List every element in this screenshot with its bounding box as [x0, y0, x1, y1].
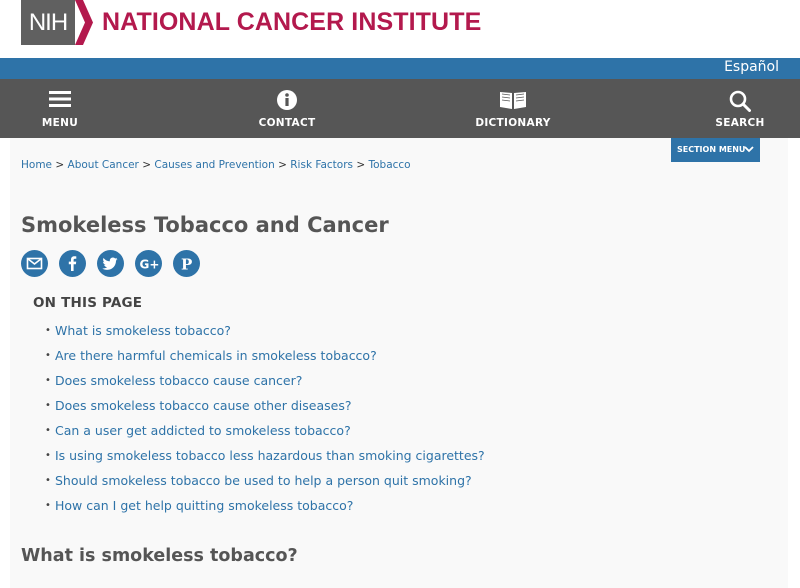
toc-bullet: • [45, 425, 51, 436]
main-nav: MENU CONTACT DICTIONARY SEARCH [0, 79, 800, 138]
breadcrumb-separator: > [142, 159, 152, 171]
twitter-icon [102, 257, 118, 270]
hamburger-icon [49, 91, 71, 107]
nih-logo-flag [75, 0, 93, 45]
toc-item: • Is using smokeless tobacco less hazardo… [45, 448, 485, 473]
breadcrumb-causes-prevention[interactable]: Causes and Prevention [154, 159, 274, 171]
breadcrumb-separator: > [278, 159, 287, 171]
breadcrumb-risk-factors[interactable]: Risk Factors [290, 159, 353, 171]
site-name: NATIONAL CANCER INSTITUTE [102, 8, 482, 36]
breadcrumb: Home > About Cancer > Causes and Prevent… [21, 159, 411, 171]
book-icon [500, 92, 526, 109]
language-bar: Español [0, 58, 800, 79]
nav-contact-label: CONTACT [258, 117, 316, 129]
email-icon [26, 257, 43, 270]
svg-text:P: P [181, 256, 192, 274]
espanol-link[interactable]: Español [724, 59, 779, 75]
nav-search-label: SEARCH [715, 117, 765, 129]
toc-bullet: • [45, 325, 51, 336]
main-content: Home > About Cancer > Causes and Prevent… [10, 138, 788, 588]
toc-link[interactable]: Is using smokeless tobacco less hazardou… [55, 448, 485, 463]
section-heading-what-is: What is smokeless tobacco? [21, 546, 298, 566]
svg-text:G+: G+ [140, 258, 160, 272]
share-pinterest-button[interactable]: P [173, 250, 200, 277]
breadcrumb-about-cancer[interactable]: About Cancer [68, 159, 139, 171]
nav-search-button[interactable]: SEARCH [695, 79, 785, 138]
toc-bullet: • [45, 400, 51, 411]
breadcrumb-separator: > [356, 159, 366, 171]
share-facebook-button[interactable] [59, 250, 86, 277]
facebook-icon [68, 256, 77, 271]
share-email-button[interactable] [21, 250, 48, 277]
toc-link[interactable]: How can I get help quitting smokeless to… [55, 498, 353, 513]
breadcrumb-home[interactable]: Home [21, 159, 52, 171]
toc-link[interactable]: Should smokeless tobacco be used to help… [55, 473, 472, 488]
toc-link[interactable]: What is smokeless tobacco? [55, 323, 231, 338]
nav-menu-button[interactable]: MENU [15, 79, 105, 138]
info-icon [277, 90, 297, 110]
section-menu-label: SECTION MENU [677, 145, 746, 154]
site-header: NIH NATIONAL CANCER INSTITUTE [0, 0, 800, 58]
toc-bullet: • [45, 500, 51, 511]
breadcrumb-separator: > [55, 159, 65, 171]
toc-link[interactable]: Are there harmful chemicals in smokeless… [55, 348, 377, 363]
search-icon [729, 90, 751, 112]
share-twitter-button[interactable] [97, 250, 124, 277]
toc-bullet: • [45, 475, 51, 486]
toc-item: • Should smokeless tobacco be used to hel… [45, 473, 485, 498]
toc-link[interactable]: Does smokeless tobacco cause cancer? [55, 373, 302, 388]
toc-bullet: • [45, 450, 51, 461]
nav-dictionary-label: DICTIONARY [475, 117, 551, 129]
toc-item: • Are there harmful chemicals in smokeles… [45, 348, 485, 373]
toc-bullet: • [45, 350, 51, 361]
share-google-plus-button[interactable]: G+ [135, 250, 162, 277]
toc-bullet: • [45, 375, 51, 386]
toc-item: • Does smokeless tobacco cause cancer? [45, 373, 485, 398]
toc-item: • Does smokeless tobacco cause other dise… [45, 398, 485, 423]
nav-menu-label: MENU [41, 117, 79, 129]
nav-dictionary-button[interactable]: DICTIONARY [468, 79, 558, 138]
section-menu-button[interactable]: SECTION MENU [671, 138, 760, 162]
toc-link[interactable]: Can a user get addicted to smokeless tob… [55, 423, 351, 438]
on-this-page-list: • What is smokeless tobacco? • Are there h… [45, 323, 485, 523]
google-plus-icon: G+ [140, 258, 160, 272]
on-this-page-heading: ON THIS PAGE [33, 295, 143, 311]
toc-link[interactable]: Does smokeless tobacco cause other disea… [55, 398, 351, 413]
breadcrumb-tobacco[interactable]: Tobacco [368, 159, 410, 171]
toc-item: • Can a user get addicted to smokeless to… [45, 423, 485, 448]
chevron-down-icon [744, 146, 754, 153]
nih-logo-box: NIH [21, 0, 75, 45]
pinterest-icon: P [181, 256, 192, 274]
page-title: Smokeless Tobacco and Cancer [21, 213, 389, 237]
toc-item: • What is smokeless tobacco? [45, 323, 485, 348]
nav-contact-button[interactable]: CONTACT [242, 79, 332, 138]
toc-item: • How can I get help quitting smokeless t… [45, 498, 485, 523]
